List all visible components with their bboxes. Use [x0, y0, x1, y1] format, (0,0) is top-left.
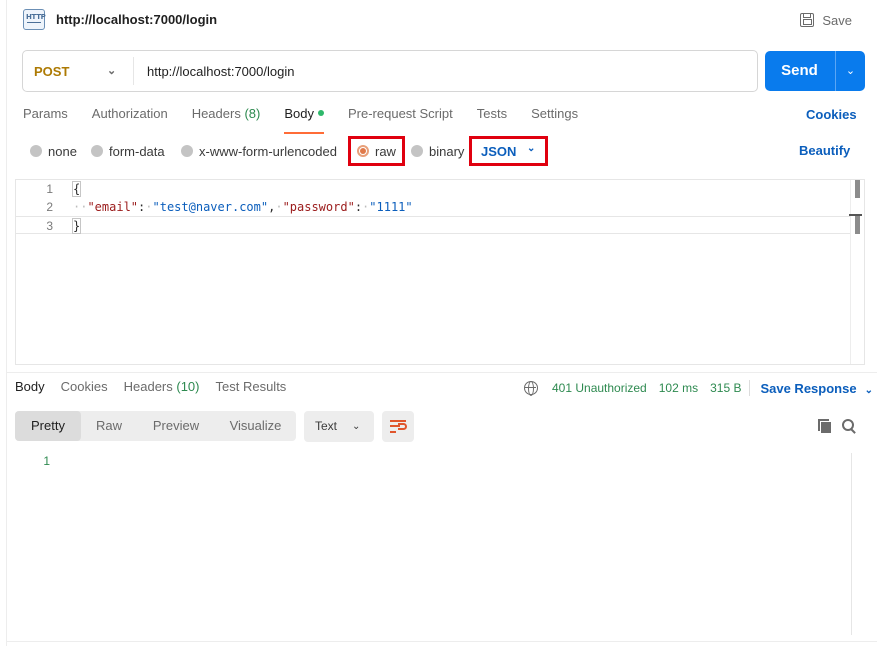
save-response-button[interactable]: Save Response ⌄ — [760, 381, 873, 396]
send-options-chevron-icon[interactable]: ⌄ — [836, 51, 865, 91]
editor-line: 2 ··"email":·"test@naver.com",·"password… — [16, 198, 850, 216]
line-code: } — [71, 217, 82, 235]
response-tab-headers-count: (10) — [176, 379, 200, 394]
view-mode-group: Pretty Raw Preview Visualize — [15, 411, 296, 441]
view-preview[interactable]: Preview — [137, 411, 215, 441]
bottom-divider — [7, 641, 877, 642]
radio-form-data[interactable]: form-data — [91, 141, 165, 161]
request-header: HTTP http://localhost:7000/login Save — [18, 6, 858, 34]
request-title[interactable]: http://localhost:7000/login — [56, 12, 217, 27]
radio-x-www-form-urlencoded[interactable]: x-www-form-urlencoded — [181, 141, 337, 161]
radio-none[interactable]: none — [30, 141, 77, 161]
copy-icon[interactable] — [818, 419, 832, 433]
close-brace: } — [71, 218, 82, 234]
response-tab-cookies[interactable]: Cookies — [61, 379, 108, 399]
line-number: 2 — [46, 200, 53, 214]
tab-headers-label: Headers — [191, 106, 241, 121]
response-tab-headers-label: Headers — [123, 379, 173, 394]
tab-settings[interactable]: Settings — [531, 106, 578, 126]
cookies-link[interactable]: Cookies — [806, 107, 857, 122]
send-button-group: Send ⌄ — [765, 51, 865, 91]
view-pretty[interactable]: Pretty — [15, 411, 81, 441]
radio-dot-icon — [30, 145, 42, 157]
wrap-lines-button[interactable] — [382, 411, 414, 442]
editor-line-active: 3 } — [16, 216, 850, 234]
radio-raw-label: raw — [375, 143, 396, 159]
tab-headers[interactable]: Headers (8) — [192, 106, 261, 126]
radio-urlencoded-label: x-www-form-urlencoded — [199, 143, 337, 159]
radio-dot-icon — [411, 145, 423, 157]
radio-selected-icon — [357, 145, 369, 157]
json-value-password: "1111" — [369, 200, 413, 214]
language-select[interactable]: JSON ⌄ — [471, 138, 547, 164]
http-icon: HTTP — [23, 9, 46, 30]
json-value-email: "test@naver.com" — [152, 200, 269, 214]
body-editor[interactable]: 1 { 2 ··"email":·"test@naver.com",·"pass… — [15, 179, 865, 365]
response-size[interactable]: 315 B — [710, 381, 741, 395]
format-select[interactable]: Text ⌄ — [304, 411, 374, 442]
send-button[interactable]: Send — [765, 51, 834, 91]
status-code[interactable]: 401 Unauthorized — [552, 381, 647, 395]
tab-pre-request-script[interactable]: Pre-request Script — [348, 106, 453, 126]
json-key-email: "email" — [87, 200, 139, 214]
response-status: 401 Unauthorized 102 ms 315 B Save Respo… — [524, 379, 873, 397]
tab-authorization[interactable]: Authorization — [92, 106, 168, 126]
url-input[interactable] — [147, 51, 747, 91]
tab-body[interactable]: Body — [284, 106, 324, 134]
radio-form-data-label: form-data — [109, 143, 165, 159]
response-time[interactable]: 102 ms — [659, 381, 698, 395]
search-icon[interactable] — [842, 419, 856, 433]
line-number: 1 — [43, 454, 50, 468]
response-tabs: Body Cookies Headers (10) Test Results — [15, 379, 302, 399]
globe-icon[interactable] — [524, 381, 538, 396]
save-response-label: Save Response — [760, 380, 857, 396]
tab-body-label: Body — [284, 106, 314, 121]
format-label: Text — [315, 419, 338, 433]
radio-dot-icon — [91, 145, 103, 157]
save-button[interactable]: Save — [800, 10, 852, 30]
tab-tests[interactable]: Tests — [477, 106, 507, 126]
radio-raw[interactable]: raw — [357, 141, 396, 161]
url-bar: POST ⌄ — [22, 50, 758, 92]
save-label: Save — [822, 12, 852, 28]
chevron-down-icon: ⌄ — [107, 65, 117, 77]
view-raw[interactable]: Raw — [81, 411, 137, 441]
open-brace: { — [71, 181, 82, 197]
radio-binary[interactable]: binary — [411, 141, 464, 161]
wrap-icon — [390, 420, 406, 422]
line-code: { — [71, 180, 82, 198]
line-code: ··"email":·"test@naver.com",·"password":… — [73, 200, 413, 214]
radio-none-label: none — [48, 143, 77, 159]
modified-dot-icon — [317, 110, 324, 116]
request-tabs: Params Authorization Headers (8) Body Pr… — [23, 106, 602, 134]
method-select[interactable]: POST ⌄ — [23, 51, 133, 91]
language-label: JSON — [481, 143, 517, 159]
json-key-password: "password" — [282, 200, 355, 214]
line-number: 3 — [46, 219, 53, 233]
view-visualize[interactable]: Visualize — [215, 411, 296, 441]
response-divider — [7, 372, 877, 373]
save-icon — [800, 13, 815, 27]
radio-binary-label: binary — [429, 143, 465, 159]
editor-scrollbar[interactable] — [849, 180, 864, 364]
status-divider — [749, 380, 751, 396]
chevron-down-icon: ⌄ — [352, 421, 361, 432]
tab-headers-count: (8) — [244, 106, 261, 121]
beautify-button[interactable]: Beautify — [799, 143, 850, 158]
url-divider — [133, 57, 134, 85]
method-label: POST — [34, 63, 70, 79]
chevron-down-icon: ⌄ — [527, 143, 536, 154]
editor-line: 1 { — [16, 180, 850, 198]
response-tab-test-results[interactable]: Test Results — [216, 379, 287, 399]
response-scrollbar[interactable] — [851, 453, 852, 635]
line-number: 1 — [46, 182, 53, 196]
radio-dot-icon — [181, 145, 193, 157]
response-tab-body[interactable]: Body — [15, 379, 45, 399]
response-tab-headers[interactable]: Headers (10) — [124, 379, 200, 399]
tab-params[interactable]: Params — [23, 106, 68, 126]
chevron-down-icon: ⌄ — [864, 384, 873, 396]
